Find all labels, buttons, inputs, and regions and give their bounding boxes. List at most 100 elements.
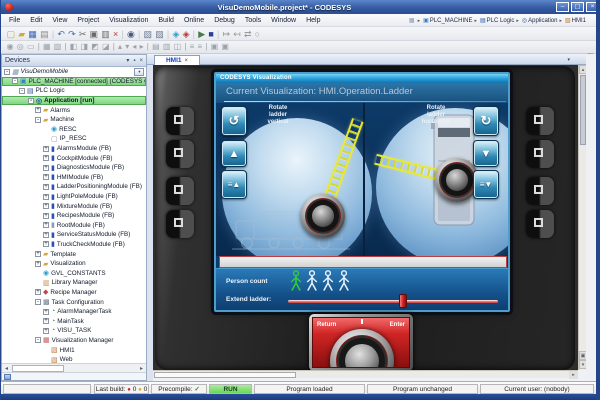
tree-expander-icon[interactable]: - xyxy=(4,68,10,75)
tree-item[interactable]: ▢ IP_RESC xyxy=(2,134,146,144)
toolbar-icon[interactable]: ▧ xyxy=(144,28,153,40)
menu-item[interactable]: Debug xyxy=(209,17,240,24)
toolbar-icon[interactable]: ◉ xyxy=(7,41,14,53)
menu-item[interactable]: Visualization xyxy=(104,17,153,24)
tree-item[interactable]: - ◎ Application [run] xyxy=(2,95,146,106)
breadcrumb-item[interactable]: ▣ PLC_MACHINE ▸ xyxy=(422,17,479,25)
toolbar-icon[interactable]: ▥ xyxy=(101,28,110,40)
rotate-ladder-cw-button[interactable]: ↻ xyxy=(473,106,499,136)
toolbar-icon[interactable]: | xyxy=(38,41,40,53)
editor-horizontal-scrollbar[interactable]: ▸ xyxy=(153,370,578,379)
toolbar-icon[interactable]: ◎ xyxy=(17,41,24,53)
toolbar-icon[interactable]: ◂ xyxy=(132,41,136,53)
toolbar-icon[interactable]: ▧ xyxy=(54,41,62,53)
toolbar-icon[interactable]: ≡ xyxy=(190,41,195,53)
tree-item[interactable]: + ▮ TruckCheckModule (FB) xyxy=(2,240,146,250)
tree-item[interactable]: ◉ RESC xyxy=(2,125,146,135)
editor-vertical-scrollbar[interactable]: ▴ ▣ ▾ xyxy=(578,65,587,370)
tree-item[interactable]: + ▮ ServiceStatusModule (FB) xyxy=(2,230,146,240)
breadcrumb-item[interactable]: ▦ ▸ xyxy=(408,17,422,25)
tree-expander-icon[interactable]: + xyxy=(35,260,41,267)
tree-expander-icon[interactable]: + xyxy=(43,193,49,200)
device-side-button[interactable] xyxy=(166,210,194,238)
tree-item[interactable]: + ◆ Recipe Manager xyxy=(2,288,146,298)
device-side-button[interactable] xyxy=(526,177,554,205)
toolbar-icon[interactable]: ▭ xyxy=(27,41,35,53)
tree-expander-icon[interactable]: + xyxy=(43,174,49,181)
toolbar-icon[interactable]: | xyxy=(52,28,54,40)
menu-item[interactable]: Project xyxy=(72,17,104,24)
extend-ladder-up-button[interactable]: ≡▲ xyxy=(221,170,247,199)
tree-item[interactable]: + ▰ Alarms xyxy=(2,105,146,115)
scroll-left-icon[interactable]: ◂ xyxy=(2,365,11,372)
menu-item[interactable]: Build xyxy=(153,17,179,24)
toolbar-icon[interactable]: ◈ xyxy=(172,28,179,40)
tree-item[interactable]: - ▣ PLC_MACHINE [connected] (CODESYS C xyxy=(2,76,146,87)
toolbar-icon[interactable]: ▥ xyxy=(163,41,171,53)
tree-expander-icon[interactable]: - xyxy=(12,78,18,85)
toolbar-icon[interactable]: ▢ xyxy=(7,28,16,40)
toolbar-icon[interactable]: ▣ xyxy=(221,41,229,53)
tree-item[interactable]: + ◔ VISU_TASK xyxy=(2,326,146,336)
toolbar-icon[interactable]: ▴ xyxy=(118,41,122,53)
toolbar-icon[interactable]: | xyxy=(184,41,186,53)
jog-dial-knob[interactable] xyxy=(330,329,394,367)
breadcrumb-item[interactable]: ▤ PLC Logic ▸ xyxy=(479,17,521,25)
tab-hmi1[interactable]: HMI1 × xyxy=(154,55,200,65)
menu-item[interactable]: Edit xyxy=(25,17,47,24)
tree-expander-icon[interactable]: - xyxy=(28,97,34,104)
device-side-button[interactable] xyxy=(166,107,194,135)
tree-item[interactable]: - ▦ Visualization Manager xyxy=(2,336,146,346)
tree-item[interactable]: + ◔ MainTask xyxy=(2,316,146,326)
devices-view-icon[interactable] xyxy=(4,374,11,380)
tree-item[interactable]: ▥ Library Manager xyxy=(2,278,146,288)
toolbar-icon[interactable]: | xyxy=(121,28,123,40)
tab-close-icon[interactable]: × xyxy=(185,58,189,64)
panel-close-icon[interactable]: × xyxy=(139,58,143,64)
tree-expander-icon[interactable]: + xyxy=(43,203,49,210)
scroll-right-icon[interactable]: ▸ xyxy=(569,371,578,379)
tree-expander-icon[interactable]: + xyxy=(43,212,49,219)
toolbar-icon[interactable]: ✂ xyxy=(79,28,87,40)
toolbar-icon[interactable]: ○ xyxy=(255,28,260,40)
toolbar-icon[interactable]: ↶ xyxy=(57,28,65,40)
tree-item[interactable]: + ▰ Visualization xyxy=(2,259,146,269)
tree-expander-icon[interactable]: + xyxy=(35,251,41,258)
tree-expander-icon[interactable]: + xyxy=(43,222,49,229)
toolbar-icon[interactable]: | xyxy=(217,28,219,40)
tree-item[interactable]: + ▮ LadderPositioningModule (FB) xyxy=(2,182,146,192)
tree-expander-icon[interactable]: + xyxy=(43,183,49,190)
window-titlebar[interactable]: VisuDemoMobile.project* - CODESYS – ▢ × xyxy=(1,0,596,14)
tree-expander-icon[interactable]: + xyxy=(43,318,49,325)
tree-expander-icon[interactable]: - xyxy=(35,116,41,123)
tree-item[interactable]: ▧ Web xyxy=(2,355,146,363)
extend-ladder-slider-track[interactable] xyxy=(288,300,498,303)
tree-expander-icon[interactable]: - xyxy=(19,87,25,94)
tab-list-dropdown-icon[interactable]: ▾ xyxy=(567,57,570,63)
toolbar-icon[interactable]: ▦ xyxy=(28,28,37,40)
rotate-ladder-ccw-button[interactable]: ↺ xyxy=(221,106,247,136)
menu-item[interactable]: File xyxy=(4,17,25,24)
tree-item[interactable]: + ▮ CockpitModule (FB) xyxy=(2,153,146,163)
toolbar-icon[interactable]: ◫ xyxy=(174,41,182,53)
breadcrumb-item[interactable]: ▧ HMI1 xyxy=(564,17,590,25)
tree-expander-icon[interactable]: + xyxy=(35,107,41,114)
minimize-button[interactable]: – xyxy=(556,2,569,12)
toolbar-icon[interactable]: ↤ xyxy=(233,28,241,40)
toolbar-icon[interactable]: ◧ xyxy=(70,41,78,53)
scrollbar-thumb[interactable] xyxy=(12,364,64,372)
tree-item[interactable]: + ▮ MixtureModule (FB) xyxy=(2,201,146,211)
toolbar-icon[interactable]: ↷ xyxy=(68,28,76,40)
tree-item-dropdown-icon[interactable]: ▾ xyxy=(134,67,144,76)
tree-expander-icon[interactable]: + xyxy=(35,289,41,296)
device-side-button[interactable] xyxy=(166,140,194,168)
toolbar-icon[interactable]: ◉ xyxy=(127,28,135,40)
toolbar-icon[interactable]: | xyxy=(167,28,169,40)
panel-pin-icon[interactable]: ▪ xyxy=(133,58,135,64)
extend-ladder-slider-thumb[interactable] xyxy=(399,294,407,308)
menu-item[interactable]: Window xyxy=(266,17,301,24)
tree-item[interactable]: + ▮ RootModule (FB) xyxy=(2,221,146,231)
toolbar-icon[interactable]: | xyxy=(113,41,115,53)
toolbar-icon[interactable]: ▾ xyxy=(125,41,129,53)
toolbar-icon[interactable]: ◪ xyxy=(102,41,110,53)
